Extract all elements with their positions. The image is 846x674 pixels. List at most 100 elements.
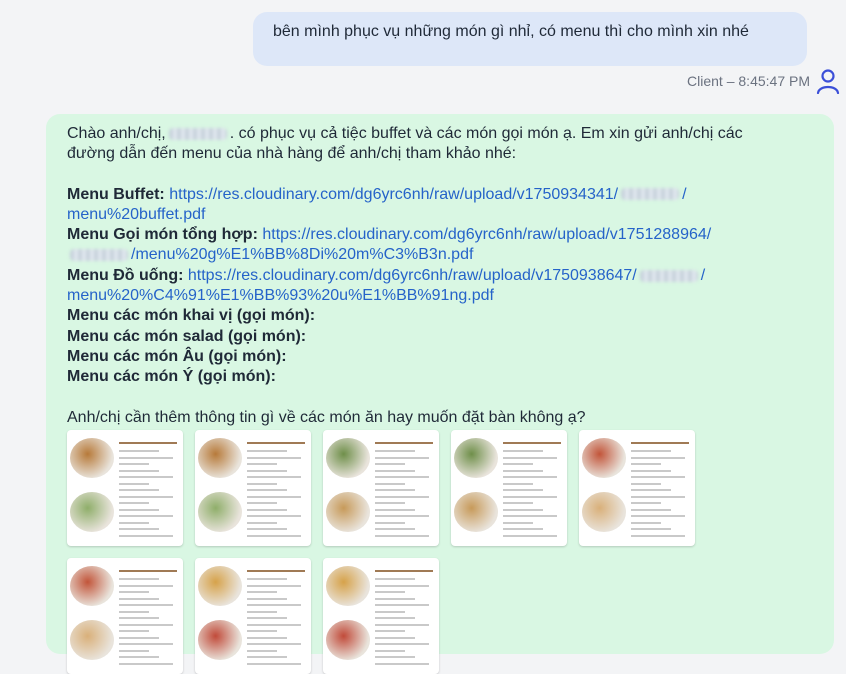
menu-page-1-thumbnail[interactable] — [67, 430, 183, 546]
menu-text-line — [631, 502, 661, 504]
menu-text-line — [247, 617, 287, 619]
menu-text-line — [375, 463, 405, 465]
menu-text-line — [119, 515, 173, 517]
menu-header-rule — [631, 442, 689, 444]
menu-text-line — [247, 456, 301, 459]
menu-text-line — [119, 662, 173, 665]
menu-buffet-row: Menu Buffet: https://res.cloudinary.com/… — [67, 185, 814, 205]
menu-page-8-thumbnail[interactable] — [323, 558, 439, 674]
menu-goi-mon-link[interactable]: https://res.cloudinary.com/dg6yrc6nh/raw… — [262, 226, 711, 243]
menu-text-line — [631, 495, 685, 498]
menu-text-line — [119, 534, 173, 537]
menu-buffet-link-cont[interactable]: menu%20buffet.pdf — [67, 206, 205, 223]
menu-do-uong-label: Menu Đồ uống: — [67, 266, 184, 284]
food-photo — [198, 620, 242, 660]
menu-text-line — [375, 508, 415, 511]
menu-text-line — [503, 521, 533, 524]
food-photo — [326, 566, 370, 606]
menu-text-line — [247, 521, 277, 524]
menu-text-line — [375, 630, 405, 632]
food-photo — [326, 438, 370, 478]
menu-buffet-link[interactable]: https://res.cloudinary.com/dg6yrc6nh/raw… — [169, 186, 686, 203]
food-photo — [454, 492, 498, 532]
menu-text-line — [247, 528, 287, 530]
redacted-path — [621, 188, 680, 201]
menu-page-3-thumbnail[interactable] — [323, 430, 439, 546]
menu-text-line — [247, 502, 277, 504]
menu-text-line — [631, 515, 685, 517]
menu-text-line — [375, 502, 405, 504]
menu-page-2-thumbnail[interactable] — [195, 430, 311, 546]
menu-text-line — [375, 597, 415, 600]
redacted-path — [70, 249, 128, 262]
menu-text-line — [247, 643, 301, 645]
user-message-text: bên mình phục vụ những món gì nhỉ, có me… — [273, 23, 749, 40]
menu-header-rule — [247, 442, 305, 444]
menu-do-uong-row: Menu Đồ uống: https://res.cloudinary.com… — [67, 266, 814, 286]
menu-text-line — [631, 482, 661, 485]
user-icon[interactable] — [816, 68, 840, 95]
menu-text-line — [247, 656, 287, 658]
menu-text-line — [631, 528, 671, 530]
menu-text-line — [119, 482, 149, 485]
menu-text-line — [119, 469, 159, 472]
menu-header-rule — [375, 570, 433, 572]
user-message-bubble: bên mình phục vụ những món gì nhỉ, có me… — [253, 12, 807, 66]
menu-text-line — [119, 521, 149, 524]
menu-do-uong-link-cont[interactable]: menu%20%C4%91%E1%BB%93%20u%E1%BB%91ng.pd… — [67, 287, 494, 304]
food-photo — [198, 566, 242, 606]
menu-text-line — [247, 450, 287, 452]
menu-text-line — [247, 591, 277, 593]
menu-page-6-thumbnail[interactable] — [67, 558, 183, 674]
menu-text-line — [503, 495, 557, 498]
menu-text-line — [247, 578, 287, 580]
menu-page-5-thumbnail[interactable] — [579, 430, 695, 546]
menu-header-rule — [375, 442, 433, 444]
food-photo — [198, 438, 242, 478]
food-photo — [582, 438, 626, 478]
menu-text-line — [375, 521, 405, 524]
menu-text-line — [503, 482, 533, 485]
menu-text-line — [503, 508, 543, 511]
menu-text-line — [375, 528, 415, 530]
menu-text-line — [247, 508, 287, 511]
menu-text-line — [247, 649, 277, 652]
message-meta: Client – 8:45:47 PM — [687, 73, 810, 89]
menu-text-line — [631, 476, 685, 478]
menu-text-line — [119, 656, 159, 658]
menu-text-line — [119, 623, 173, 626]
menu-text-line — [119, 584, 173, 587]
menu-text-line — [375, 534, 429, 537]
menu-text-line — [503, 463, 533, 465]
menu-text-line — [119, 476, 173, 478]
menu-y-label: Menu các món Ý (gọi món): — [67, 368, 276, 386]
menu-text-line — [247, 623, 301, 626]
menu-text-line — [119, 610, 149, 613]
menu-text-line — [247, 662, 301, 665]
menu-text-line — [119, 463, 149, 465]
menu-goi-mon-label: Menu Gọi món tổng hợp: — [67, 226, 258, 244]
menu-text-line — [503, 534, 557, 537]
food-photo — [198, 492, 242, 532]
menu-page-7-thumbnail[interactable] — [195, 558, 311, 674]
menu-do-uong-link[interactable]: https://res.cloudinary.com/dg6yrc6nh/raw… — [188, 267, 705, 284]
menu-text-line — [247, 482, 277, 485]
menu-text-line — [503, 450, 543, 452]
redacted-path — [639, 269, 698, 282]
menu-text-line — [119, 528, 159, 530]
menu-goi-mon-row: Menu Gọi món tổng hợp: https://res.cloud… — [67, 225, 814, 245]
menu-text-line — [119, 604, 173, 606]
closing-question: Anh/chị cần thêm thông tin gì về các món… — [67, 408, 586, 426]
menu-page-4-thumbnail[interactable] — [451, 430, 567, 546]
food-photo — [454, 438, 498, 478]
menu-text-line — [375, 617, 415, 619]
menu-text-line — [503, 515, 557, 517]
menu-text-line — [375, 649, 405, 652]
menu-text-line — [631, 521, 661, 524]
food-photo — [582, 492, 626, 532]
menu-text-line — [503, 476, 557, 478]
menu-text-line — [119, 489, 159, 491]
menu-text-line — [631, 450, 671, 452]
menu-goi-mon-link-cont[interactable]: /menu%20g%E1%BB%8Di%20m%C3%B3n.pdf — [67, 246, 473, 263]
menu-text-line — [375, 623, 429, 626]
